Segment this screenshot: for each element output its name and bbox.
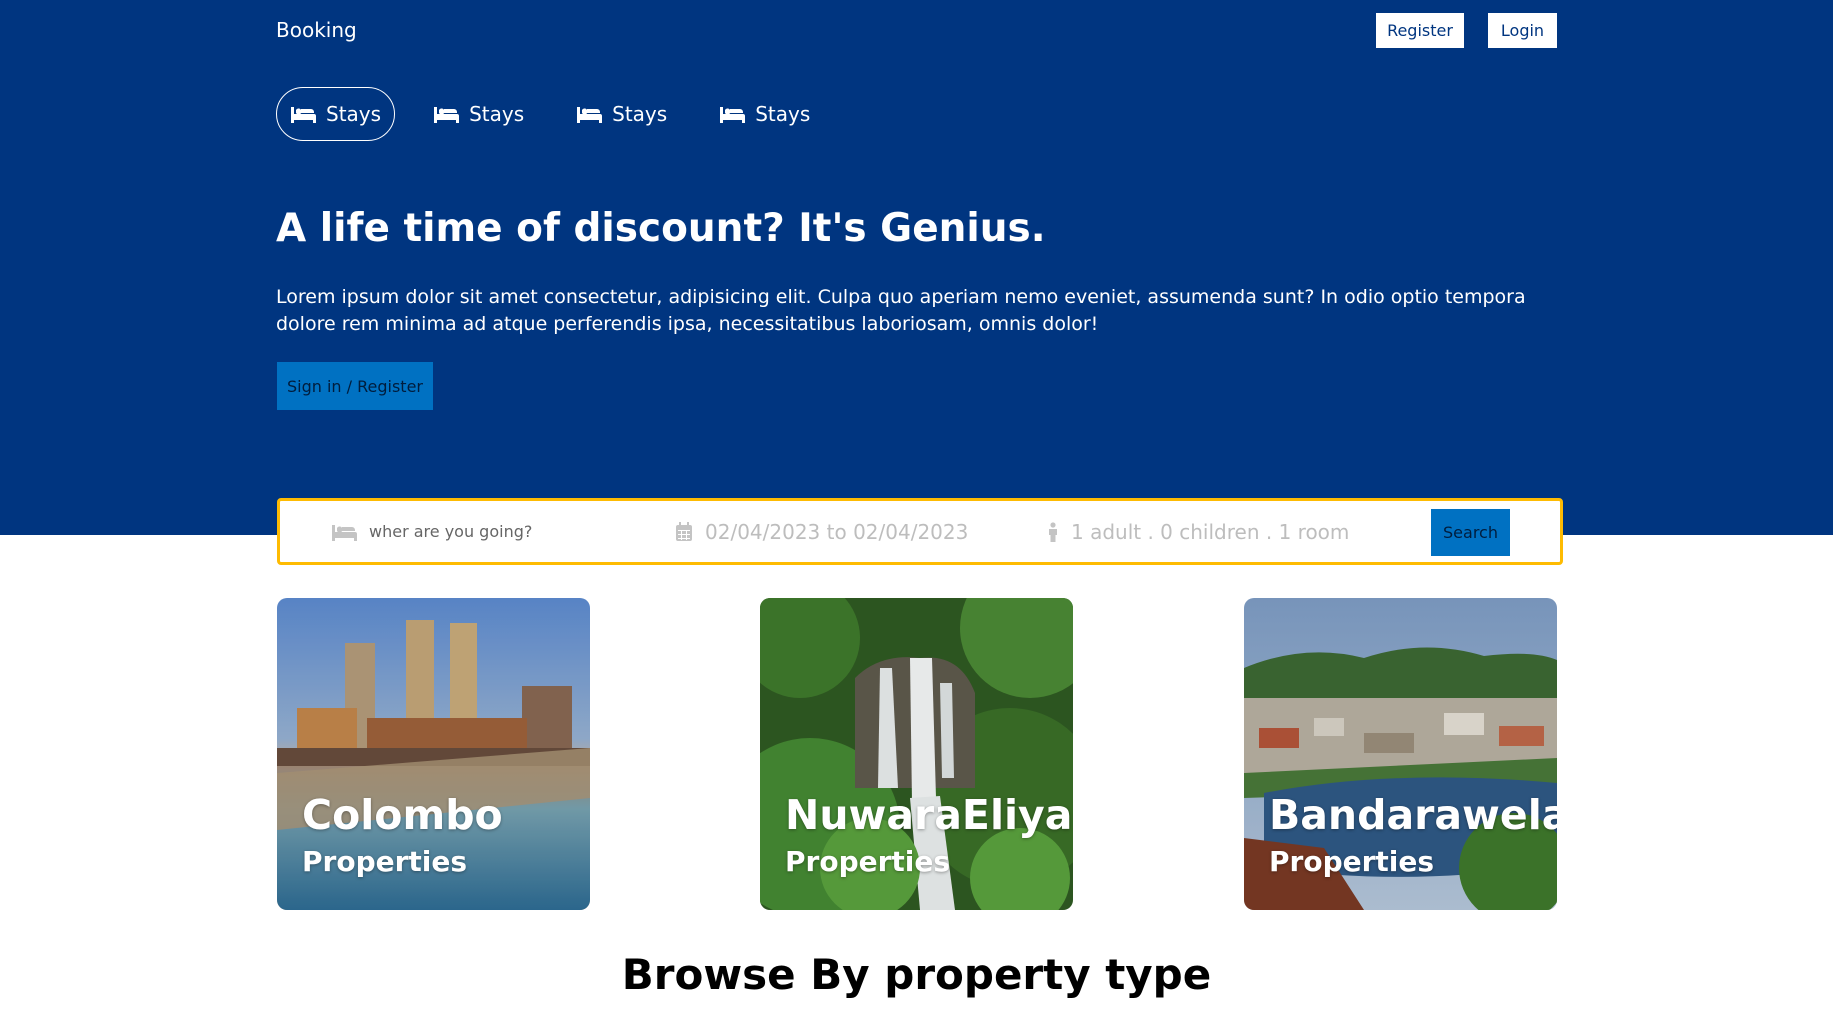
card-city-name: NuwaraEliya [785,791,1073,839]
tab-stays-3[interactable]: Stays [562,87,681,141]
card-city-name: Colombo [302,791,503,839]
tab-label: Stays [469,102,525,126]
brand-logo[interactable]: Booking [276,18,357,42]
guests-field[interactable]: 1 adult . 0 children . 1 room [1047,501,1349,562]
destination-field[interactable] [331,501,619,562]
tab-stays-4[interactable]: Stays [705,87,824,141]
guests-text: 1 adult . 0 children . 1 room [1071,519,1350,544]
hero-title: A life time of discount? It's Genius. [276,206,1046,251]
login-button[interactable]: Login [1488,13,1557,48]
bed-icon [291,107,316,123]
register-button[interactable]: Register [1376,13,1464,48]
hero-description: Lorem ipsum dolor sit amet consectetur, … [276,286,1526,335]
date-range-text: 02/04/2023 to 02/04/2023 [705,519,969,544]
tab-label: Stays [612,102,668,126]
search-button[interactable]: Search [1431,509,1510,556]
date-field[interactable]: 02/04/2023 to 02/04/2023 [675,501,968,562]
section-title-property-type: Browse By property type [621,950,1212,999]
card-subtitle: Properties [302,845,468,878]
tab-label: Stays [755,102,811,126]
sign-in-register-button[interactable]: Sign in / Register [277,362,433,410]
bed-icon [720,107,746,123]
bed-icon [332,524,357,541]
tab-stays-2[interactable]: Stays [419,87,538,141]
calendar-icon [676,521,692,541]
person-icon [1049,521,1057,542]
tab-stays-1[interactable]: Stays [276,87,396,141]
city-card-bandarawela[interactable]: Bandarawela Properties [1244,598,1557,910]
search-bar: 02/04/2023 to 02/04/2023 1 adult . 0 chi… [277,498,1563,565]
destination-input[interactable] [369,522,619,541]
city-card-colombo[interactable]: Colombo Properties [277,598,590,910]
nav-tabs: Stays Stays Stays Stays [276,87,848,141]
card-subtitle: Properties [785,845,951,878]
hero-section [0,0,1833,535]
bed-icon [434,107,460,123]
tab-label: Stays [326,102,382,126]
bed-icon [577,107,603,123]
city-card-nuwaraeliya[interactable]: NuwaraEliya Properties [760,598,1073,910]
card-subtitle: Properties [1269,845,1435,878]
card-city-name: Bandarawela [1269,791,1557,839]
